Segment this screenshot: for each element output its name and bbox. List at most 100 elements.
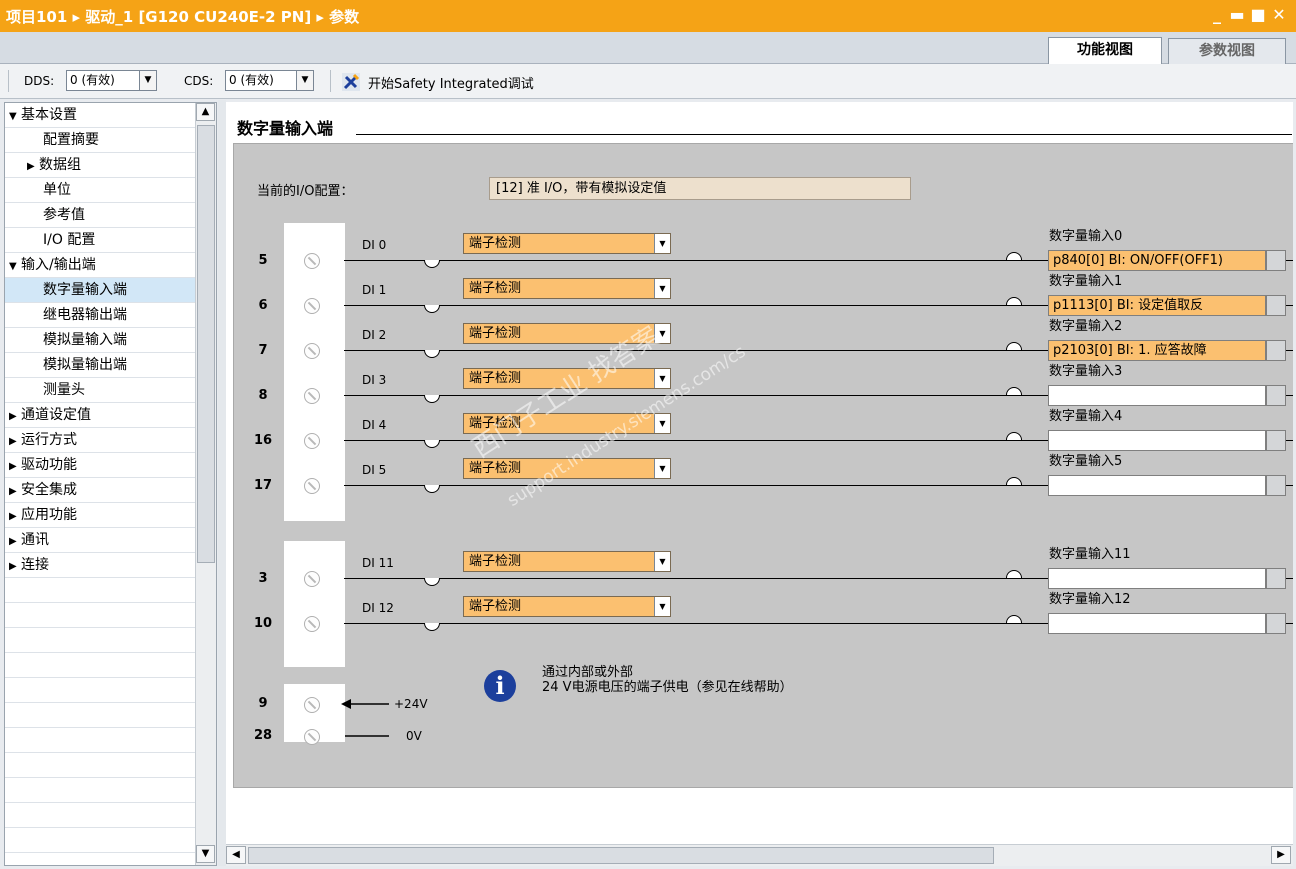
parameter-interconnect-field[interactable]: p840[0] BI: ON/OFF(OFF1): [1048, 250, 1266, 271]
expand-triangle-icon[interactable]: ▶: [9, 530, 21, 554]
minimize-button[interactable]: _: [1208, 4, 1226, 26]
parameter-interconnect-field[interactable]: [1048, 430, 1266, 451]
scroll-up-icon[interactable]: ▲: [196, 103, 215, 121]
di-mode-select[interactable]: 端子检测 ▼: [463, 551, 671, 572]
chevron-down-icon[interactable]: ▼: [654, 597, 670, 616]
chevron-down-icon[interactable]: ▼: [296, 71, 313, 90]
interconnect-browse-button[interactable]: [1266, 250, 1286, 271]
di-label: DI 11: [362, 556, 394, 570]
nav-item[interactable]: 单位: [5, 178, 195, 203]
parameter-interconnect-field[interactable]: p2103[0] BI: 1. 应答故障: [1048, 340, 1266, 361]
scroll-right-icon[interactable]: ▶: [1271, 846, 1291, 864]
di-mode-value: 端子检测: [469, 326, 522, 341]
terminal-number-24v: 9: [258, 696, 268, 711]
nav-item[interactable]: 模拟量输出端: [5, 353, 195, 378]
di-mode-select[interactable]: 端子检测 ▼: [463, 413, 671, 434]
interconnect-browse-button[interactable]: [1266, 430, 1286, 451]
chevron-down-icon[interactable]: ▼: [139, 71, 156, 90]
nav-item[interactable]: ▶ 数据组: [5, 153, 195, 178]
parameter-interconnect-field[interactable]: [1048, 613, 1266, 634]
cds-select[interactable]: 0 (有效) ▼: [225, 70, 314, 91]
nav-item[interactable]: ▼ 基本设置: [5, 103, 195, 128]
scroll-left-icon[interactable]: ◀: [226, 846, 246, 864]
di-mode-select[interactable]: 端子检测 ▼: [463, 278, 671, 299]
interconnect-browse-button[interactable]: [1266, 340, 1286, 361]
chevron-down-icon[interactable]: ▼: [654, 324, 670, 343]
tab-parameter-view[interactable]: 参数视图: [1168, 38, 1286, 64]
interconnect-browse-button[interactable]: [1266, 295, 1286, 316]
di-mode-select[interactable]: 端子检测 ▼: [463, 323, 671, 344]
horizontal-scrollbar[interactable]: ◀ ▶: [226, 844, 1293, 866]
di-label: DI 0: [362, 238, 387, 252]
nav-item[interactable]: ▶ 运行方式: [5, 428, 195, 453]
chevron-down-icon[interactable]: ▼: [654, 552, 670, 571]
parameter-interconnect-field[interactable]: [1048, 385, 1266, 406]
terminal-screw-icon: [304, 298, 320, 314]
connection-point-icon: [424, 440, 440, 448]
maximize-button[interactable]: ■: [1249, 4, 1267, 26]
navigation-scrollbar[interactable]: ▲ ▼: [195, 103, 216, 865]
expand-triangle-icon[interactable]: ▶: [9, 405, 21, 429]
nav-item[interactable]: 模拟量输入端: [5, 328, 195, 353]
chevron-down-icon[interactable]: ▼: [654, 414, 670, 433]
nav-item-label: 输入/输出端: [21, 257, 96, 273]
nav-item-label: 参考值: [43, 207, 85, 223]
nav-item[interactable]: ▶ 驱动功能: [5, 453, 195, 478]
chevron-down-icon[interactable]: ▼: [654, 459, 670, 478]
close-button[interactable]: ✕: [1270, 4, 1288, 26]
nav-item[interactable]: ▶ 通讯: [5, 528, 195, 553]
safety-commissioning-label[interactable]: 开始Safety Integrated调试: [368, 73, 534, 92]
connection-point-icon: [424, 350, 440, 358]
terminal-number: 7: [258, 343, 268, 358]
di-mode-select[interactable]: 端子检测 ▼: [463, 596, 671, 617]
nav-item[interactable]: 测量头: [5, 378, 195, 403]
nav-item-label: 继电器输出端: [43, 307, 127, 323]
chevron-down-icon[interactable]: ▼: [654, 369, 670, 388]
collapse-triangle-icon[interactable]: ▼: [9, 105, 21, 129]
nav-item[interactable]: ▶ 连接: [5, 553, 195, 578]
tab-function-view[interactable]: 功能视图: [1048, 37, 1162, 65]
expand-triangle-icon[interactable]: ▶: [9, 480, 21, 504]
parameter-interconnect-field[interactable]: [1048, 475, 1266, 496]
di-mode-select[interactable]: 端子检测 ▼: [463, 233, 671, 254]
nav-item[interactable]: 配置摘要: [5, 128, 195, 153]
parameter-interconnect-field[interactable]: [1048, 568, 1266, 589]
panel-splitter[interactable]: [218, 100, 226, 866]
interconnect-browse-button[interactable]: [1266, 613, 1286, 634]
nav-item[interactable]: 数字量输入端: [5, 278, 195, 303]
interconnect-browse-button[interactable]: [1266, 385, 1286, 406]
navigation-scroll-thumb[interactable]: [197, 125, 215, 563]
expand-triangle-icon[interactable]: ▶: [9, 505, 21, 529]
chevron-down-icon[interactable]: ▼: [654, 234, 670, 253]
scroll-down-icon[interactable]: ▼: [196, 845, 215, 863]
nav-item[interactable]: 继电器输出端: [5, 303, 195, 328]
expand-triangle-icon[interactable]: ▶: [27, 155, 39, 179]
digital-input-name: 数字量输入2: [1049, 319, 1123, 334]
nav-empty-row: [5, 753, 195, 778]
chevron-down-icon[interactable]: ▼: [654, 279, 670, 298]
di-mode-select[interactable]: 端子检测 ▼: [463, 458, 671, 479]
nav-item-label: 连接: [21, 557, 49, 573]
expand-triangle-icon[interactable]: ▶: [9, 555, 21, 579]
collapse-triangle-icon[interactable]: ▼: [9, 255, 21, 279]
nav-item[interactable]: ▶ 应用功能: [5, 503, 195, 528]
expand-triangle-icon[interactable]: ▶: [9, 430, 21, 454]
expand-triangle-icon[interactable]: ▶: [9, 455, 21, 479]
safety-commissioning-button[interactable]: [341, 72, 361, 92]
di-mode-value: 端子检测: [469, 281, 522, 296]
cds-label: CDS:: [184, 74, 214, 88]
horizontal-scroll-thumb[interactable]: [248, 847, 994, 864]
float-window-button[interactable]: ▬: [1228, 4, 1246, 26]
dds-select[interactable]: 0 (有效) ▼: [66, 70, 157, 91]
parameter-interconnect-field[interactable]: p1113[0] BI: 设定值取反: [1048, 295, 1266, 316]
nav-item[interactable]: 参考值: [5, 203, 195, 228]
interconnect-browse-button[interactable]: [1266, 475, 1286, 496]
interconnect-browse-button[interactable]: [1266, 568, 1286, 589]
nav-item[interactable]: ▼ 输入/输出端: [5, 253, 195, 278]
digital-input-name: 数字量输入5: [1049, 454, 1123, 469]
nav-item[interactable]: ▶ 安全集成: [5, 478, 195, 503]
nav-item[interactable]: ▶ 通道设定值: [5, 403, 195, 428]
connection-point-icon: [424, 623, 440, 631]
nav-item[interactable]: I/O 配置: [5, 228, 195, 253]
di-mode-select[interactable]: 端子检测 ▼: [463, 368, 671, 389]
